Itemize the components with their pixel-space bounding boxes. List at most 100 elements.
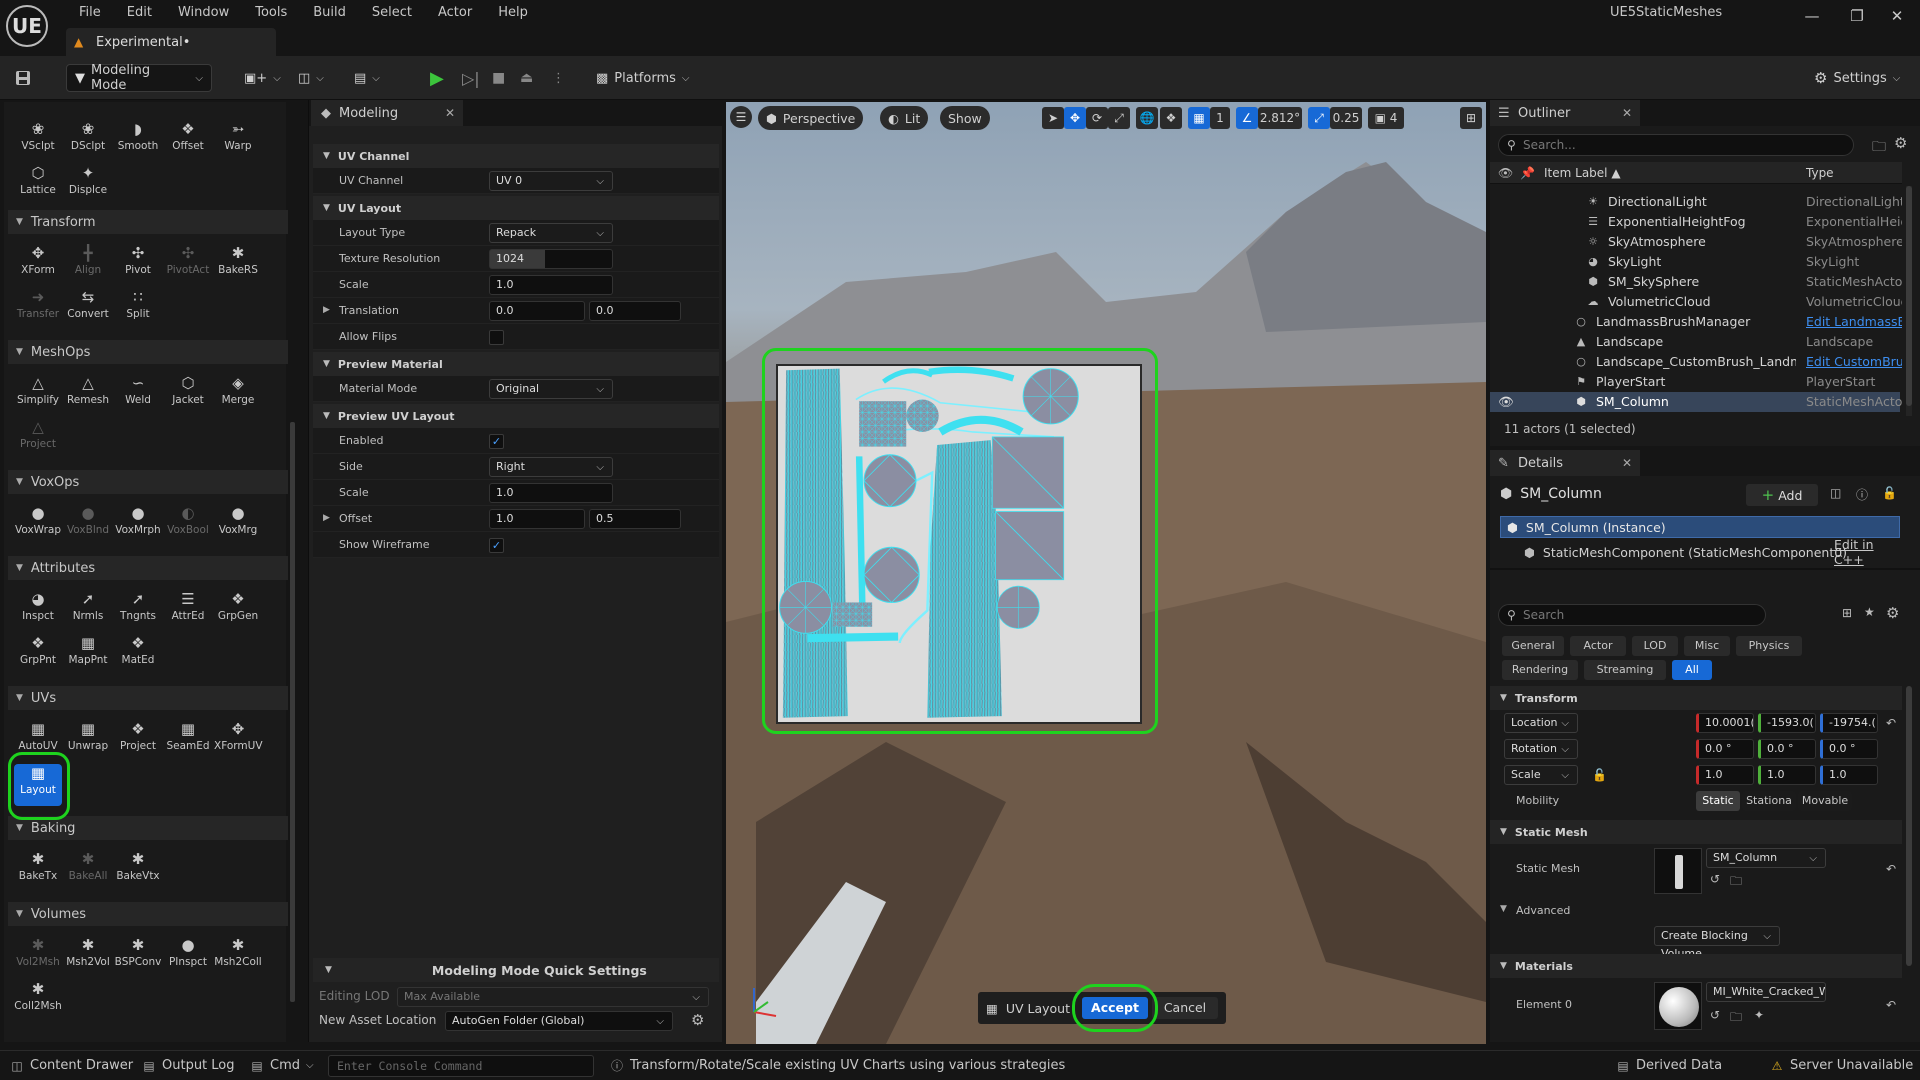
tool-remesh[interactable]: △ Remesh — [64, 374, 112, 416]
menu-select[interactable]: Select — [359, 2, 425, 24]
close-icon[interactable]: ✕ — [445, 106, 455, 120]
tool-project[interactable]: △ Project — [14, 418, 62, 460]
tool-voxmrph[interactable]: ● VoxMrph — [114, 504, 162, 546]
item-label-header[interactable]: Item Label ▲ — [1544, 166, 1621, 180]
tool-jacket[interactable]: ⬡ Jacket — [164, 374, 212, 416]
details-tab[interactable]: ✎ Details ✕ — [1490, 450, 1640, 476]
add-folder-icon[interactable]: 🗀 — [1872, 136, 1886, 160]
select-icon[interactable]: ➤ — [1042, 107, 1064, 129]
filter-rendering[interactable]: Rendering — [1502, 660, 1578, 680]
tool-nrmls[interactable]: ➚ Nrmls — [64, 590, 112, 632]
location-x-input[interactable]: 10.0001( — [1696, 713, 1754, 733]
component-row[interactable]: ⬢ StaticMeshComponent (StaticMeshCompone… — [1524, 537, 1904, 567]
filter-actor[interactable]: Actor — [1570, 636, 1626, 656]
section-uvs[interactable]: ▼ UVs — [8, 686, 288, 710]
static-mesh-thumbnail[interactable] — [1654, 848, 1702, 894]
tool-voxmrg[interactable]: ● VoxMrg — [214, 504, 262, 546]
reset-arrow-icon[interactable]: ↶ — [1886, 862, 1896, 876]
find-in-browser-icon[interactable]: 🗀 — [1730, 1008, 1742, 1029]
tool-split[interactable]: ∷ Split — [114, 288, 162, 330]
rotate-icon[interactable]: ⟳ — [1086, 107, 1108, 129]
close-window-icon[interactable]: ✕ — [1880, 4, 1914, 28]
tool-inspct[interactable]: ◕ Inspct — [14, 590, 62, 632]
tool-merge[interactable]: ◈ Merge — [214, 374, 262, 416]
triangle-right-icon[interactable]: ▶ — [323, 513, 330, 523]
outliner-row[interactable]: ▲ Landscape Landscape — [1490, 332, 1900, 352]
settings-button[interactable]: ⚙ Settings ⌵ — [1814, 64, 1900, 92]
tool-warp[interactable]: ➳ Warp — [214, 120, 262, 162]
tool-xformuv[interactable]: ✥ XFormUV — [214, 720, 263, 762]
tool-msh2vol[interactable]: ✱ Msh2Vol — [64, 936, 112, 978]
group-preview-uv-layout[interactable]: ▼ Preview UV Layout — [313, 404, 719, 428]
close-icon[interactable]: ✕ — [1622, 456, 1632, 470]
tool-bspconv[interactable]: ✱ BSPConv — [114, 936, 162, 978]
scale-input[interactable]: 1.0 — [489, 275, 613, 295]
grid-snap-icon[interactable]: ▦ — [1188, 107, 1210, 129]
scale-y-input[interactable]: 1.0 — [1758, 765, 1816, 785]
scale-snap-value[interactable]: 0.25 — [1330, 107, 1362, 129]
outliner-tab[interactable]: ☰ Outliner ✕ — [1490, 100, 1640, 126]
section-transform[interactable]: ▼ Transform — [8, 210, 288, 234]
play-options-button[interactable]: ⋮ — [552, 64, 565, 92]
tool-weld[interactable]: ∽ Weld — [114, 374, 162, 416]
step-button[interactable]: ▷| — [462, 64, 480, 92]
console-command-input[interactable]: Enter Console Command — [328, 1055, 594, 1077]
menu-tools[interactable]: Tools — [242, 2, 300, 24]
rotation-mode-select[interactable]: Rotation ⌵ — [1504, 739, 1578, 759]
filter-physics[interactable]: Physics — [1736, 636, 1802, 656]
new-asset-location-select[interactable]: AutoGen Folder (Global) ⌵ — [445, 1011, 673, 1031]
lock-icon[interactable]: 🔓 — [1592, 768, 1607, 782]
tool-coll2msh[interactable]: ✱ Coll2Msh — [14, 980, 62, 1022]
visibility-eye-icon[interactable]: 👁 — [1498, 394, 1514, 410]
layout-icon[interactable]: ⊞ — [1460, 107, 1482, 129]
visibility-eye-icon[interactable]: 👁 — [1498, 166, 1513, 180]
favorite-star-icon[interactable]: ★ — [1864, 605, 1875, 619]
eject-button[interactable]: ⏏ — [520, 64, 533, 92]
group-static-mesh[interactable]: ▼ Static Mesh — [1490, 820, 1902, 844]
editing-lod-select[interactable]: Max Available ⌵ — [397, 987, 709, 1007]
cinematics-button[interactable]: ▤ ⌵ — [354, 64, 380, 92]
filter-lod[interactable]: LOD — [1632, 636, 1678, 656]
outliner-search-input[interactable]: ⚲ Search... — [1498, 134, 1854, 156]
filter-misc[interactable]: Misc — [1684, 636, 1730, 656]
mode-dropdown[interactable]: ▼ Modeling Mode ⌵ — [66, 63, 212, 93]
move-icon[interactable]: ✥ — [1064, 107, 1086, 129]
blueprint-icon[interactable]: ◫ — [1830, 486, 1841, 500]
angle-snap-value[interactable]: 2.812° — [1258, 107, 1302, 129]
tool-convert[interactable]: ⇆ Convert — [64, 288, 112, 330]
group-materials[interactable]: ▼ Materials — [1490, 954, 1902, 978]
table-view-icon[interactable]: ⊞ — [1842, 606, 1852, 620]
surface-snap-icon[interactable]: ❖ — [1160, 107, 1182, 129]
create-blocking-volume-select[interactable]: Create Blocking Volume⌵ — [1654, 926, 1780, 960]
group-uv-channel[interactable]: ▼ UV Channel — [313, 144, 719, 168]
outliner-row[interactable]: ⬢ SM_SkySphere StaticMeshActor — [1490, 272, 1902, 292]
group-transform[interactable]: ▼ Transform — [1490, 686, 1902, 710]
gear-icon[interactable]: ⚙ — [691, 1011, 704, 1029]
tool-voxbool[interactable]: ◐ VoxBool — [164, 504, 212, 546]
perspective-button[interactable]: ⬢ Perspective — [758, 106, 864, 130]
filter-streaming[interactable]: Streaming — [1584, 660, 1666, 680]
reset-arrow-icon[interactable]: ↶ — [1886, 716, 1896, 730]
details-search-input[interactable]: ⚲ Search — [1498, 604, 1766, 626]
pin-icon[interactable]: 📌 — [1520, 166, 1535, 180]
triangle-right-icon[interactable]: ▶ — [323, 305, 330, 315]
restore-icon[interactable]: ❐ — [1840, 4, 1874, 28]
tool-voxwrap[interactable]: ● VoxWrap — [14, 504, 62, 546]
unreal-logo-icon[interactable]: UE — [6, 5, 48, 47]
uv-channel-select[interactable]: UV 0 ⌵ — [489, 171, 613, 191]
stop-button[interactable]: ■ — [492, 64, 505, 92]
mobility-static[interactable]: Static — [1696, 791, 1740, 811]
filter-all[interactable]: All — [1672, 660, 1712, 680]
tool-transfer[interactable]: ➜ Transfer — [14, 288, 62, 330]
tool-unwrap[interactable]: ▦ Unwrap — [64, 720, 112, 762]
level-viewport[interactable]: ☰ ⬢ Perspective ◐ Lit Show ➤ ✥ ⟳ ⤢ 🌐 ❖ ▦ 1… — [726, 102, 1486, 1044]
add-component-button[interactable]: + Add — [1746, 484, 1818, 506]
tool-grpgen[interactable]: ❖ GrpGen — [214, 590, 262, 632]
scale-snap-icon[interactable]: ⤢ — [1308, 107, 1330, 129]
outliner-row[interactable]: ☰ ExponentialHeightFog ExponentialHeigl — [1490, 212, 1902, 232]
show-button[interactable]: Show — [940, 106, 990, 130]
scale-mode-select[interactable]: Scale ⌵ — [1504, 765, 1578, 785]
tool-bakevtx[interactable]: ✱ BakeVtx — [114, 850, 162, 892]
outliner-row[interactable]: ☀ DirectionalLight DirectionalLight — [1490, 192, 1902, 212]
tool-vsclpt[interactable]: ❀ VSclpt — [14, 120, 62, 162]
